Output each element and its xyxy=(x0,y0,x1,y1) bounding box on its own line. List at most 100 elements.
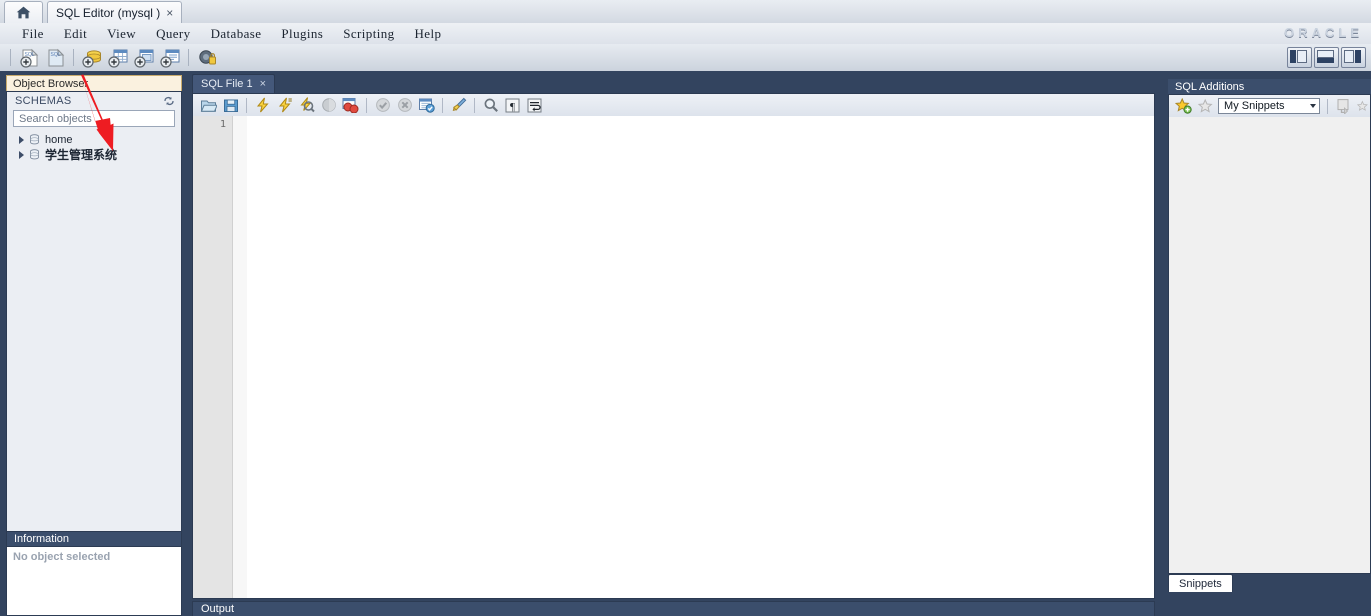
sql-additions-header: SQL Additions xyxy=(1168,79,1371,94)
close-icon[interactable]: × xyxy=(166,7,173,19)
schema-tree-item-home[interactable]: home xyxy=(7,132,181,147)
home-icon xyxy=(16,6,31,19)
sql-additions-body xyxy=(1168,117,1371,574)
toggle-sidebar-button[interactable] xyxy=(1287,47,1312,68)
information-panel-header: Information xyxy=(6,531,182,546)
toggle-output-button[interactable] xyxy=(1314,47,1339,68)
chevron-right-icon[interactable] xyxy=(19,150,24,159)
autocommit-icon[interactable] xyxy=(416,95,437,115)
toolbar-divider xyxy=(246,97,247,113)
search-placeholder: Search objects xyxy=(19,112,92,125)
new-table-icon[interactable] xyxy=(106,47,130,69)
add-snippet-icon[interactable] xyxy=(1174,96,1193,116)
schema-tree-item-student-system[interactable]: 学生管理系统 xyxy=(7,147,181,162)
mysql-workbench-window: SQL Editor (mysql ) × File Edit View Que… xyxy=(0,0,1371,616)
sql-editor-tab[interactable]: SQL Editor (mysql ) × xyxy=(47,1,183,23)
home-tab[interactable] xyxy=(4,1,43,23)
object-browser-tab-label: Object Browser xyxy=(13,77,89,90)
svg-text:SQL: SQL xyxy=(50,52,60,58)
oracle-logo: ORACLE xyxy=(1284,25,1363,40)
menu-item-view[interactable]: View xyxy=(97,25,146,43)
sql-file-tab[interactable]: SQL File 1 × xyxy=(192,74,275,93)
schema-tree: home 学生管理系统 xyxy=(7,132,181,162)
line-number-gutter: 1 xyxy=(193,116,233,598)
toggle-word-wrap-icon[interactable] xyxy=(524,95,545,115)
schema-label: 学生管理系统 xyxy=(45,148,118,162)
chevron-right-icon[interactable] xyxy=(19,135,24,144)
new-routine-icon[interactable] xyxy=(158,47,182,69)
execute-statement-icon[interactable] xyxy=(252,95,273,115)
snippet-category-select[interactable]: My Snippets xyxy=(1218,98,1321,114)
new-schema-icon[interactable] xyxy=(80,47,104,69)
explain-statement-icon[interactable] xyxy=(296,95,317,115)
refresh-icon[interactable] xyxy=(163,96,175,106)
toggle-secondary-sidebar-button[interactable] xyxy=(1341,47,1366,68)
sql-text-area[interactable]: 1 xyxy=(193,116,1154,598)
save-file-icon[interactable] xyxy=(220,95,241,115)
main-toolbar: SQL SQL xyxy=(0,44,1371,72)
right-sidebar: SQL Additions My Snippets Snippets xyxy=(1164,71,1371,616)
output-panel-title: Output xyxy=(201,603,235,615)
information-empty-text: No object selected xyxy=(13,551,111,563)
insert-snippet-icon[interactable] xyxy=(1357,96,1370,116)
editor-area: SQL File 1 × ¶ 1 Output xyxy=(188,71,1164,616)
sql-additions-toolbar: My Snippets xyxy=(1168,94,1371,117)
toolbar-divider xyxy=(1327,98,1329,114)
panel-toggle-group xyxy=(1270,44,1371,71)
menu-item-help[interactable]: Help xyxy=(405,25,452,43)
menu-bar: File Edit View Query Database Plugins Sc… xyxy=(0,23,1371,45)
remove-snippet-icon[interactable] xyxy=(1196,96,1215,116)
menu-item-edit[interactable]: Edit xyxy=(54,25,97,43)
menu-item-database[interactable]: Database xyxy=(201,25,272,43)
schema-label: home xyxy=(45,133,73,146)
object-browser-tab[interactable]: Object Browser xyxy=(6,75,182,91)
output-panel-header: Output xyxy=(192,601,1155,616)
snippet-category-value: My Snippets xyxy=(1224,100,1285,112)
execute-current-statement-icon[interactable] xyxy=(274,95,295,115)
toolbar-divider xyxy=(188,49,189,66)
sql-editor-panel: ¶ 1 xyxy=(192,93,1155,599)
database-icon xyxy=(30,149,39,160)
copy-snippet-icon[interactable] xyxy=(1335,96,1354,116)
code-content[interactable] xyxy=(233,116,1154,598)
chevron-down-icon[interactable] xyxy=(1310,104,1317,108)
commit-icon[interactable] xyxy=(372,95,393,115)
information-panel-body: No object selected xyxy=(6,546,182,616)
sql-file-tab-label: SQL File 1 xyxy=(201,78,253,90)
edit-users-icon[interactable] xyxy=(195,47,219,69)
toolbar-divider xyxy=(73,49,74,66)
snippet-list[interactable] xyxy=(1170,118,1369,573)
stop-execution-icon[interactable] xyxy=(318,95,339,115)
stop-on-error-icon[interactable] xyxy=(340,95,361,115)
menu-item-scripting[interactable]: Scripting xyxy=(333,25,404,43)
information-panel-title: Information xyxy=(14,533,70,545)
svg-text:¶: ¶ xyxy=(510,101,515,113)
code-left-stripe xyxy=(233,116,247,598)
toolbar-divider xyxy=(366,97,367,113)
left-sidebar: Object Browser SCHEMAS Search objects ho… xyxy=(0,71,188,616)
new-sql-tab-icon[interactable]: SQL xyxy=(17,47,41,69)
sql-additions-title: SQL Additions xyxy=(1175,80,1245,93)
menu-item-query[interactable]: Query xyxy=(146,25,201,43)
toolbar-divider xyxy=(10,49,11,66)
schemas-header: SCHEMAS xyxy=(7,92,181,110)
snippets-tab[interactable]: Snippets xyxy=(1168,574,1233,592)
toggle-invisible-chars-icon[interactable]: ¶ xyxy=(502,95,523,115)
toolbar-divider xyxy=(474,97,475,113)
rollback-icon[interactable] xyxy=(394,95,415,115)
search-input[interactable]: Search objects xyxy=(13,110,175,127)
object-browser-panel: SCHEMAS Search objects home 学生管理系统 xyxy=(6,91,182,572)
menu-item-file[interactable]: File xyxy=(12,25,54,43)
new-view-icon[interactable] xyxy=(132,47,156,69)
database-icon xyxy=(30,134,39,145)
find-icon[interactable] xyxy=(480,95,501,115)
beautify-query-icon[interactable] xyxy=(448,95,469,115)
open-sql-script-icon[interactable]: SQL xyxy=(43,47,67,69)
open-file-icon[interactable] xyxy=(198,95,219,115)
menu-item-plugins[interactable]: Plugins xyxy=(271,25,333,43)
close-icon[interactable]: × xyxy=(260,78,266,90)
sql-editor-tab-label: SQL Editor (mysql ) xyxy=(56,5,161,20)
toolbar-divider xyxy=(442,97,443,113)
editor-toolbar: ¶ xyxy=(193,94,1154,117)
snippets-tab-label: Snippets xyxy=(1179,577,1222,590)
